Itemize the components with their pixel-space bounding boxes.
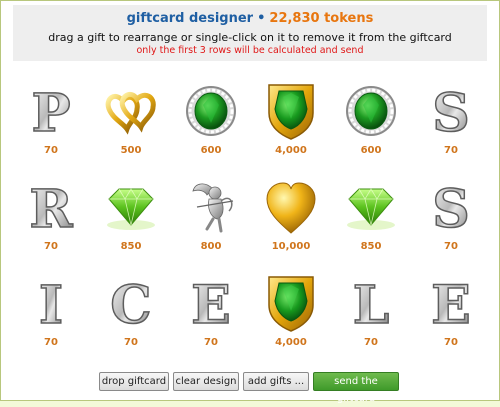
gold-heart-icon xyxy=(266,182,316,234)
gift-value: 10,000 xyxy=(271,241,311,252)
gift-value: 600 xyxy=(360,145,382,156)
gift-slot[interactable]: 10,000 xyxy=(251,169,331,265)
letter-s-icon: S xyxy=(431,82,470,143)
add-gifts-button[interactable]: add gifts ... xyxy=(243,372,309,391)
title-separator: • xyxy=(257,11,266,26)
svg-text:R: R xyxy=(29,179,73,239)
gift-row: R 70 850 800 10,000 850 S 70 xyxy=(11,169,491,265)
designer-title: giftcard designer xyxy=(126,11,254,26)
action-bar: drop giftcard clear design add gifts ...… xyxy=(1,372,500,404)
gift-value: 4,000 xyxy=(275,145,307,156)
gift-slot[interactable]: S 70 xyxy=(411,73,491,169)
gift-value: 850 xyxy=(120,241,142,252)
emerald-shield-icon xyxy=(268,84,314,140)
letter-i-icon: I xyxy=(38,274,64,335)
emerald-shield-icon xyxy=(268,276,314,332)
gift-slot[interactable]: 4,000 xyxy=(251,265,331,361)
svg-text:S: S xyxy=(432,83,470,143)
letter-e-icon: E xyxy=(430,274,471,335)
drop-giftcard-button[interactable]: drop giftcard xyxy=(99,372,169,391)
gift-slot[interactable]: E 70 xyxy=(171,265,251,361)
svg-text:P: P xyxy=(31,83,70,143)
gift-slot[interactable]: E 70 xyxy=(411,265,491,361)
gift-slot[interactable]: 600 xyxy=(171,73,251,169)
giftcard-designer-panel: giftcard designer • 22,830 tokens drag a g… xyxy=(0,0,500,404)
gift-value: 850 xyxy=(360,241,382,252)
designer-header: giftcard designer • 22,830 tokens drag a g… xyxy=(13,5,487,61)
emerald-ring-icon xyxy=(346,86,396,136)
gift-value: 70 xyxy=(124,337,138,348)
svg-text:L: L xyxy=(353,275,390,335)
gift-slot[interactable]: 600 xyxy=(331,73,411,169)
gift-slot[interactable]: I 70 xyxy=(11,265,91,361)
title-line: giftcard designer • 22,830 tokens xyxy=(13,11,487,27)
token-balance: 22,830 tokens xyxy=(269,11,374,26)
gift-value: 500 xyxy=(120,145,142,156)
cupid-icon xyxy=(192,183,234,233)
gift-slot[interactable]: 850 xyxy=(331,169,411,265)
gift-value: 70 xyxy=(444,337,458,348)
svg-text:E: E xyxy=(191,275,231,335)
gift-slot[interactable]: 500 xyxy=(91,73,171,169)
letter-r-icon: R xyxy=(29,178,75,239)
gift-value: 4,000 xyxy=(275,337,307,348)
gift-slot[interactable]: R 70 xyxy=(11,169,91,265)
gift-value: 70 xyxy=(44,241,58,252)
gift-slot[interactable]: 800 xyxy=(171,169,251,265)
gift-row: P 70 500 600 4,000 600 S 70 xyxy=(11,73,491,169)
svg-text:S: S xyxy=(432,179,470,239)
letter-l-icon: L xyxy=(352,274,390,335)
gift-value: 70 xyxy=(444,241,458,252)
gift-value: 600 xyxy=(200,145,222,156)
gift-value: 70 xyxy=(364,337,378,348)
gift-slot[interactable]: S 70 xyxy=(411,169,491,265)
gift-slot[interactable]: P 70 xyxy=(11,73,91,169)
gift-slot[interactable]: 4,000 xyxy=(251,73,331,169)
gift-value: 70 xyxy=(444,145,458,156)
green-diamond-icon xyxy=(107,188,155,230)
send-giftcard-button[interactable]: send the giftcard xyxy=(313,372,399,404)
letter-c-icon: C xyxy=(110,274,153,335)
green-diamond-icon xyxy=(347,188,395,230)
gift-slot[interactable]: C 70 xyxy=(91,265,171,361)
gift-slot[interactable]: 850 xyxy=(91,169,171,265)
svg-text:E: E xyxy=(431,275,471,335)
row-limit-warning: only the first 3 rows will be calculated… xyxy=(136,45,364,56)
gift-value: 70 xyxy=(44,145,58,156)
gift-value: 70 xyxy=(204,337,218,348)
gift-slot[interactable]: L 70 xyxy=(331,265,411,361)
svg-text:C: C xyxy=(110,275,151,335)
letter-p-icon: P xyxy=(31,82,72,143)
svg-text:I: I xyxy=(39,275,63,335)
clear-design-button[interactable]: clear design xyxy=(173,372,239,391)
gift-row: I 70 C 70 E 70 4,000 L 70 E 70 xyxy=(11,265,491,361)
gift-value: 800 xyxy=(200,241,222,252)
letter-s-icon: S xyxy=(431,178,470,239)
instructions-text: drag a gift to rearrange or single-click… xyxy=(48,31,452,44)
emerald-ring-icon xyxy=(186,86,236,136)
gift-value: 70 xyxy=(44,337,58,348)
letter-e-icon: E xyxy=(190,274,231,335)
gold-rings-icon xyxy=(105,92,156,135)
